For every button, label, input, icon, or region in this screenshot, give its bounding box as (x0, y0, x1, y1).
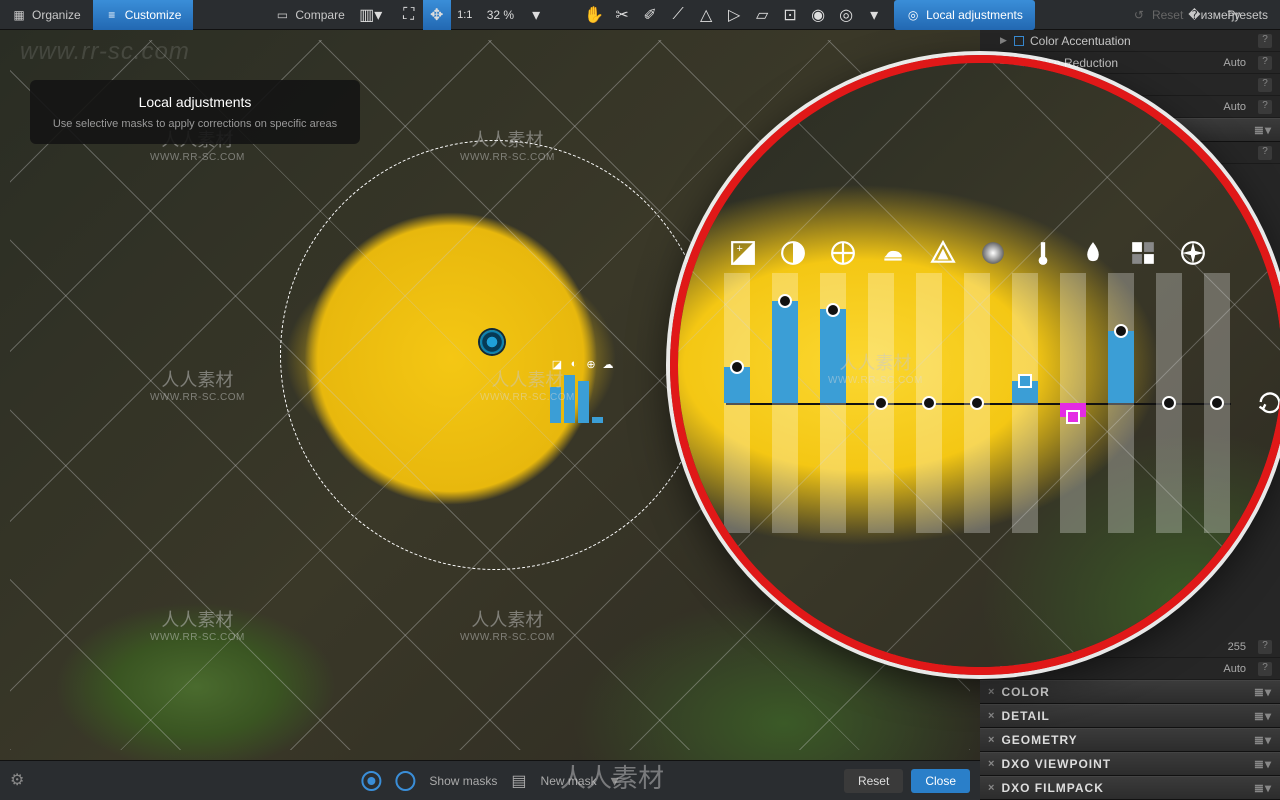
organize-tab[interactable]: ▦ Organize (0, 0, 93, 30)
sliders-icon: ≡ (105, 8, 119, 22)
section-dxo-viewpoint[interactable]: ×DXO VIEWPOINT≣▾ (980, 752, 1280, 776)
eq-track-micro[interactable] (814, 273, 852, 533)
equalizer[interactable] (718, 273, 1280, 533)
mini-equalizer-icons: ◪ ◐ ⊕ ☁ (550, 358, 615, 372)
eq-track-contrast[interactable] (766, 273, 804, 533)
mask-mode-1-icon[interactable] (361, 771, 381, 791)
panel-row[interactable]: ▶Color Accentuation? (980, 30, 1280, 52)
warmth-icon[interactable] (1028, 238, 1058, 268)
section-detail[interactable]: ×DETAIL≣▾ (980, 704, 1280, 728)
clearview-icon[interactable] (878, 238, 908, 268)
target-icon: ◎ (906, 8, 920, 22)
clearview-icon: ☁ (601, 358, 615, 372)
customize-label: Customize (125, 8, 182, 22)
grid-icon: ▦ (12, 8, 26, 22)
close-button[interactable]: Close (911, 769, 970, 793)
eq-track-warmth[interactable] (1006, 273, 1044, 533)
microcontrast-icon[interactable] (828, 238, 858, 268)
zoom-dropdown-icon[interactable]: ▾ (522, 0, 550, 30)
tooltip-body: Use selective masks to apply corrections… (50, 118, 340, 130)
section-geometry[interactable]: ×GEOMETRY≣▾ (980, 728, 1280, 752)
rectangle-icon[interactable]: ▱ (748, 0, 776, 30)
eq-track-hue[interactable] (1102, 273, 1140, 533)
exposure-icon: ◪ (550, 358, 564, 372)
reset-button[interactable]: ↺ Reset (1120, 0, 1195, 30)
tint-icon[interactable] (1078, 238, 1108, 268)
compare-label: Compare (295, 8, 344, 22)
eq-track-vibrancy[interactable] (910, 273, 948, 533)
reset-button[interactable]: Reset (844, 769, 903, 793)
mini-equalizer[interactable] (550, 375, 603, 423)
eq-track-clearview[interactable] (862, 273, 900, 533)
organize-label: Organize (32, 8, 81, 22)
eyedropper-icon[interactable]: ✐ (636, 0, 664, 30)
contrast-icon[interactable] (778, 238, 808, 268)
tooltip: Local adjustments Use selective masks to… (30, 80, 360, 144)
show-masks-toggle[interactable]: Show masks (429, 774, 497, 788)
equalizer-icons: + (728, 238, 1208, 268)
horizon-tool-icon[interactable]: ⟋ (664, 0, 692, 30)
presets-label: Presets (1227, 8, 1268, 22)
customize-tab[interactable]: ≡ Customize (93, 0, 194, 30)
crop-tool-icon[interactable]: ✂ (608, 0, 636, 30)
undo-icon: ↺ (1132, 8, 1146, 22)
fit-screen-icon[interactable]: ⛶ (395, 0, 423, 30)
top-toolbar: ▦ Organize ≡ Customize ▭ Compare ▥▾ ⛶ ✥ … (0, 0, 1280, 30)
eq-track-sharpness[interactable] (1198, 273, 1236, 533)
hand-tool-icon[interactable]: ✋ (580, 0, 608, 30)
section-dxo-filmpack[interactable]: ×DXO FILMPACK≣▾ (980, 776, 1280, 800)
perspective-h-icon[interactable]: ▷ (720, 0, 748, 30)
section-color[interactable]: ×COLOR≣▾ (980, 680, 1280, 704)
blur-icon[interactable] (1178, 238, 1208, 268)
zoom-level[interactable]: 32 % (479, 8, 522, 22)
bottom-bar: ⚙ Show masks ▤ New mask ▾ Reset Close (0, 760, 980, 800)
micro-icon: ⊕ (584, 358, 598, 372)
mask-ring[interactable] (280, 140, 710, 570)
spot-tool-icon[interactable]: ◎ (832, 0, 860, 30)
svg-text:+: + (737, 243, 743, 255)
perspective-v-icon[interactable]: △ (692, 0, 720, 30)
layout-dropdown[interactable]: ▥▾ (357, 0, 385, 30)
eq-track-blur[interactable] (1150, 273, 1188, 533)
compare-button[interactable]: ▭ Compare (263, 0, 356, 30)
presets-button[interactable]: �између Presets (1195, 0, 1280, 30)
eq-track-saturation[interactable] (958, 273, 996, 533)
local-adjustments-label: Local adjustments (926, 8, 1023, 22)
zoom-1-1[interactable]: 1:1 (451, 0, 479, 30)
eq-track-tint[interactable] (1054, 273, 1092, 533)
chevron-down-icon[interactable]: ▾ (611, 771, 619, 791)
reset-eq-icon[interactable] (1256, 388, 1280, 418)
gear-icon[interactable]: ⚙ (10, 770, 32, 792)
exposure-icon[interactable]: + (728, 238, 758, 268)
zoom-callout: 人人素材WWW.RR-SC.COM + (670, 55, 1280, 675)
new-mask-button[interactable]: New mask (541, 774, 597, 788)
mask-mode-2-icon[interactable] (395, 771, 415, 791)
saturation-icon[interactable] (978, 238, 1008, 268)
local-adjustments-button[interactable]: ◎ Local adjustments (894, 0, 1035, 30)
eq-track-exposure[interactable] (718, 273, 756, 533)
vibrancy-icon[interactable] (928, 238, 958, 268)
layers-icon[interactable]: ▤ (511, 771, 526, 791)
tooltip-title: Local adjustments (50, 94, 340, 110)
presets-icon: �између (1207, 8, 1221, 22)
control-point-pin[interactable] (480, 330, 504, 354)
hue-icon[interactable] (1128, 238, 1158, 268)
contrast-icon: ◐ (567, 358, 581, 372)
compare-icon: ▭ (275, 8, 289, 22)
dropdown-icon[interactable]: ▾ (860, 0, 888, 30)
eye-icon[interactable]: ◉ (804, 0, 832, 30)
move-tool-icon[interactable]: ✥ (423, 0, 451, 30)
reset-label: Reset (1152, 8, 1183, 22)
point-icon[interactable]: ⊡ (776, 0, 804, 30)
